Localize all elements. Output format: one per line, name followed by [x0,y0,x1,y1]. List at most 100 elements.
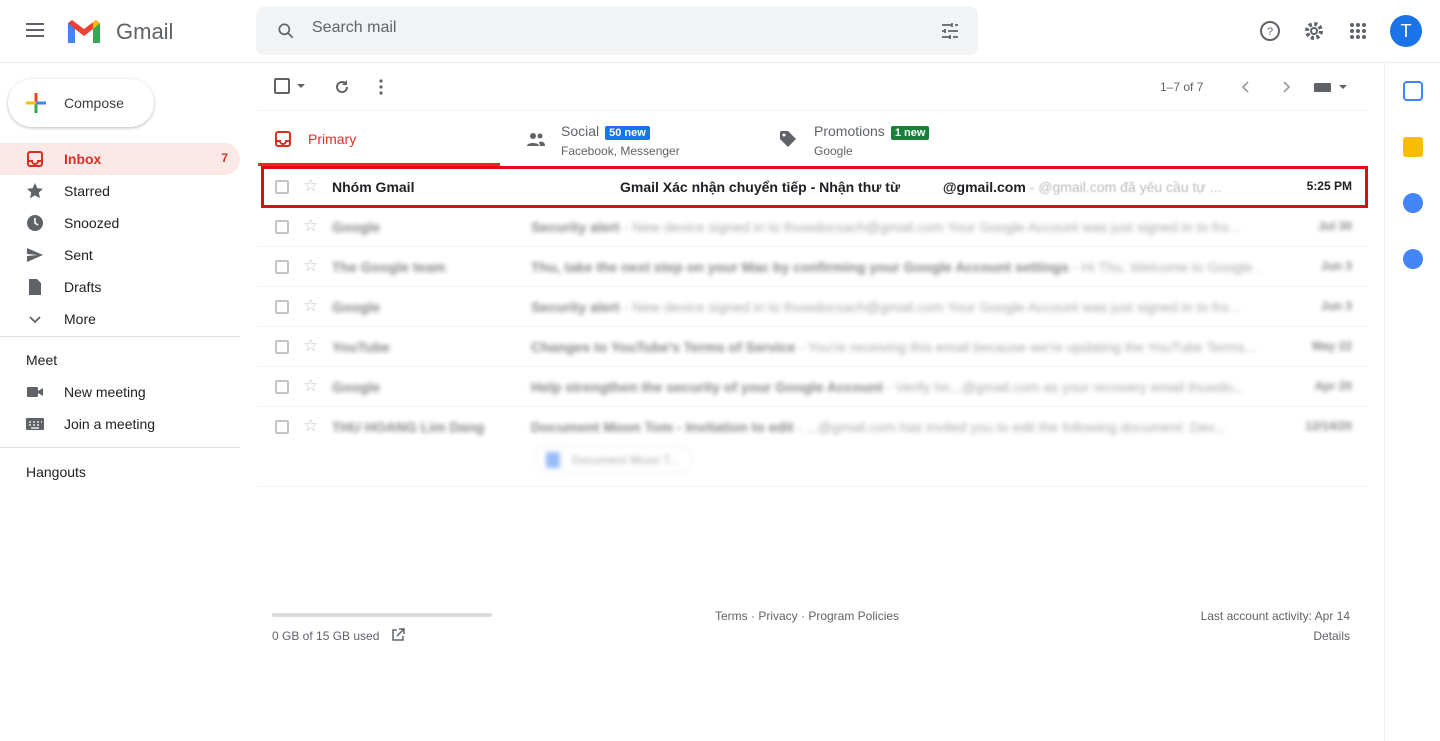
details-link[interactable]: Details [1313,629,1350,643]
email-sender: Google [332,219,381,235]
sidebar-item-label: Drafts [64,279,102,295]
star-icon[interactable]: ☆ [303,256,318,276]
tab-subtitle: Facebook, Messenger [561,144,680,158]
apps-grid-icon[interactable] [1347,20,1369,42]
account-avatar[interactable]: T [1390,15,1422,47]
settings-gear-icon[interactable] [1303,20,1325,42]
keep-icon[interactable] [1403,137,1423,157]
row-checkbox[interactable] [275,420,289,434]
email-subject: Changes to YouTube's Terms of Service - … [531,339,1261,355]
email-row[interactable]: ☆ YouTube Changes to YouTube's Terms of Se… [258,327,1368,367]
sidebar-divider [0,336,240,337]
people-icon [527,133,545,146]
row-checkbox[interactable] [275,300,289,314]
tab-social[interactable]: Social 50 new Facebook, Messenger [512,110,762,166]
help-icon[interactable]: ? [1259,20,1281,42]
star-icon[interactable]: ☆ [303,296,318,316]
open-external-icon[interactable] [391,628,405,642]
email-row[interactable]: ☆ The Google team Thu, take the next step … [258,247,1368,287]
email-sender: The Google team [332,259,446,275]
tab-subtitle: Google [814,144,853,158]
email-snippet: - You're receiving this email because we… [795,339,1257,355]
send-icon [27,248,43,262]
pagination-label: 1–7 of 7 [1160,80,1204,94]
search-bar[interactable] [256,7,978,55]
subject-text: Security alert [531,219,620,235]
search-icon[interactable] [276,21,296,41]
sidebar-item-join-meeting[interactable]: Join a meeting [0,408,240,440]
search-input[interactable] [312,19,912,37]
compose-button[interactable]: Compose [8,79,154,127]
subject-text: Changes to YouTube's Terms of Service [531,339,796,355]
side-panel [1384,63,1440,741]
more-vert-icon[interactable] [372,78,390,96]
email-row[interactable]: ☆ Google Security alert - New device signe… [258,287,1368,327]
calendar-icon[interactable] [1403,81,1423,101]
row-checkbox[interactable] [275,340,289,354]
row-checkbox[interactable] [275,220,289,234]
star-icon[interactable]: ☆ [303,416,318,436]
email-row[interactable]: ☆ Google Security alert - New device signe… [258,207,1368,247]
select-all-checkbox[interactable] [274,78,290,94]
sidebar-item-drafts[interactable]: Drafts [0,271,240,303]
tag-icon [780,131,796,147]
refresh-icon[interactable] [333,78,351,96]
sidebar-item-label: New meeting [64,384,146,400]
sidebar-item-starred[interactable]: Starred [0,175,240,207]
new-count-badge: 50 new [605,126,650,140]
row-checkbox[interactable] [275,260,289,274]
chevron-left-icon[interactable] [1237,78,1255,96]
star-icon[interactable]: ☆ [303,216,318,236]
sidebar-item-label: Join a meeting [64,416,156,432]
email-snippet: - Verify hn...@gmail.com as your recover… [882,379,1245,395]
sidebar-item-new-meeting[interactable]: New meeting [0,376,240,408]
gmail-logo[interactable] [66,17,102,45]
tab-primary[interactable]: Primary [258,110,500,166]
select-dropdown-icon[interactable] [295,81,307,91]
main-menu-icon[interactable] [24,20,46,42]
email-subject: Security alert - New device signed in to… [531,299,1261,315]
top-bar: Gmail ? T [0,0,1440,63]
input-tools-icon[interactable] [1313,78,1349,96]
sidebar-item-snoozed[interactable]: Snoozed [0,207,240,239]
new-count-badge: 1 new [890,126,930,140]
unread-count: 7 [221,151,228,165]
email-snippet: - New device signed in to thuwdocsach@gm… [619,219,1241,235]
compose-label: Compose [64,95,124,111]
email-row[interactable]: ☆ Google Help strengthen the security of y… [258,367,1368,407]
clock-icon [27,215,43,231]
plus-icon [26,93,46,113]
star-icon [27,183,43,199]
attachment-chip[interactable]: Document Moon T... [535,445,693,473]
email-row[interactable]: ☆ THU HOANG Lim Dang Document Moon Tom - I… [258,407,1368,487]
sidebar-item-label: Inbox [64,151,102,167]
highlight-box [261,166,1368,208]
footer-links[interactable]: Terms · Privacy · Program Policies [715,609,899,623]
email-date: Apr 20 [1314,379,1352,393]
sidebar-item-sent[interactable]: Sent [0,239,240,271]
search-options-icon[interactable] [940,21,960,41]
chevron-down-icon [29,316,41,324]
star-icon[interactable]: ☆ [303,376,318,396]
email-subject: Thu, take the next step on your Mac by c… [531,259,1261,275]
sidebar-item-more[interactable]: More [0,303,240,335]
last-activity: Last account activity: Apr 14 [1200,609,1350,623]
tab-promotions[interactable]: Promotions 1 new Google [765,110,1015,166]
row-checkbox[interactable] [275,380,289,394]
email-subject: Security alert - New device signed in to… [531,219,1261,235]
email-date: May 22 [1311,339,1352,353]
tab-label: Promotions 1 new [814,123,930,140]
tasks-icon[interactable] [1403,193,1423,213]
app-name: Gmail [116,19,174,44]
email-sender: THU HOANG Lim Dang [332,419,485,435]
sidebar-item-inbox[interactable]: Inbox 7 [0,143,240,175]
hangouts-heading[interactable]: Hangouts [26,464,86,480]
chevron-right-icon[interactable] [1277,78,1295,96]
storage-used: 0 GB of 15 GB used [272,629,380,643]
contacts-icon[interactable] [1403,249,1423,269]
subject-text: Thu, take the next step on your Mac by c… [531,259,1069,275]
star-icon[interactable]: ☆ [303,336,318,356]
keyboard-icon [26,418,44,430]
subject-text: Security alert [531,299,620,315]
attachment-name: Document Moon T... [572,453,680,467]
